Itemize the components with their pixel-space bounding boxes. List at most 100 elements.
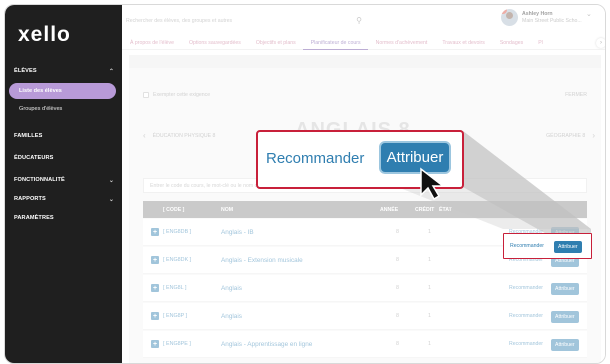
- course-code: [ ENG8P ]: [163, 313, 188, 319]
- nav-section-rapports[interactable]: RAPPORTS ⌄: [5, 190, 122, 208]
- exempt-checkbox[interactable]: Exempter cette exigence: [143, 92, 210, 98]
- nav-section-label: ÉLÈVES: [14, 68, 37, 74]
- recommend-button[interactable]: Recommander: [509, 313, 543, 319]
- tab-travaux-devoirs[interactable]: Travaux et devoirs: [434, 36, 491, 50]
- assign-button[interactable]: Attribuer: [551, 311, 579, 323]
- course-name[interactable]: Anglais - Extension musicale: [221, 257, 303, 264]
- course-year: 8: [396, 229, 399, 235]
- course-credit: 1: [428, 341, 431, 347]
- table-header: [ CODE ] NOM ANNÉE CRÉDIT ÉTAT: [143, 201, 587, 218]
- chevron-down-icon[interactable]: ⌄: [586, 10, 592, 18]
- sidebar-item-label: Liste des élèves: [19, 88, 62, 94]
- plus-icon[interactable]: +: [151, 256, 159, 264]
- course-code: [ ENG8DB ]: [163, 229, 192, 235]
- course-credit: 1: [428, 285, 431, 291]
- assign-button[interactable]: Attribuer: [551, 283, 579, 295]
- course-code: [ ENG8PE ]: [163, 341, 191, 347]
- nav-section-familles[interactable]: FAMILLES: [5, 127, 122, 145]
- close-button[interactable]: FERMER: [565, 92, 587, 98]
- user-menu[interactable]: 3 Ashley Horn Main Street Public Scho...: [501, 9, 582, 26]
- course-name[interactable]: Anglais - Apprentissage en ligne: [221, 341, 312, 348]
- chevron-down-icon: ⌄: [108, 177, 114, 184]
- assign-button[interactable]: Attribuer: [551, 227, 579, 239]
- nav-section-label: FONCTIONNALITÉ: [14, 177, 65, 183]
- tab-a-propos[interactable]: À propos de l'élève: [122, 36, 181, 50]
- checkbox[interactable]: [143, 92, 149, 98]
- course-year: 8: [396, 257, 399, 263]
- nav-section-fonctionnalite[interactable]: FONCTIONNALITÉ ⌄: [5, 171, 122, 189]
- assign-button[interactable]: Attribuer: [551, 339, 579, 351]
- search-input[interactable]: Rechercher des élèves, des groupes et au…: [126, 18, 232, 24]
- recommend-button[interactable]: Recommander: [509, 257, 543, 263]
- nav-section-label: ÉDUCATEURS: [14, 155, 54, 161]
- prev-course-link[interactable]: ‹ ÉDUCATION PHYSIQUE 8: [143, 131, 215, 140]
- recommend-button[interactable]: Recommander: [509, 285, 543, 291]
- chevron-left-icon: ‹: [143, 131, 146, 140]
- course-credit: 1: [428, 257, 431, 263]
- course-name[interactable]: Anglais - IB: [221, 229, 254, 236]
- nav-section-label: PARAMÈTRES: [14, 215, 54, 221]
- course-credit: 1: [428, 313, 431, 319]
- course-name[interactable]: Anglais: [221, 285, 242, 292]
- chevron-right-icon[interactable]: ›: [596, 38, 605, 48]
- user-name: Ashley Horn: [522, 10, 553, 17]
- plus-icon[interactable]: +: [151, 312, 159, 320]
- table-row: + [ ENG8PE ] Anglais - Apprentissage en …: [143, 331, 587, 358]
- column-header-code: [ CODE ]: [163, 206, 185, 213]
- course-year: 8: [396, 285, 399, 291]
- next-course-label: GÉOGRAPHIE 8: [546, 132, 586, 139]
- tab-planificateur-cours[interactable]: Planificateur de cours: [302, 36, 368, 50]
- course-year: 8: [396, 341, 399, 347]
- xello-logo[interactable]: xello: [18, 23, 71, 47]
- course-year: 8: [396, 313, 399, 319]
- course-credit: 1: [428, 229, 431, 235]
- course-code: [ ENG8L ]: [163, 285, 187, 291]
- recommend-button-zoomed[interactable]: Recommander: [266, 150, 364, 167]
- tab-overflow[interactable]: Pl: [530, 36, 550, 50]
- column-header-state: ÉTAT: [439, 206, 452, 213]
- assign-button[interactable]: Attribuer: [551, 255, 579, 267]
- next-course-link[interactable]: GÉOGRAPHIE 8 ›: [546, 131, 595, 140]
- nav-section-label: FAMILLES: [14, 133, 43, 139]
- prev-course-label: ÉDUCATION PHYSIQUE 8: [152, 132, 216, 139]
- sidebar-item-liste-eleves[interactable]: Liste des élèves: [9, 83, 116, 99]
- chevron-right-icon: ›: [592, 131, 595, 140]
- user-info: Ashley Horn Main Street Public Scho...: [522, 11, 582, 25]
- course-planner-content: Exempter cette exigence FERMER ‹ ÉDUCATI…: [129, 55, 601, 363]
- top-bar: Rechercher des élèves, des groupes et au…: [122, 5, 605, 50]
- nav-section-parametres[interactable]: PARAMÈTRES: [5, 209, 122, 227]
- avatar: 3: [501, 9, 518, 26]
- course-panel: Exempter cette exigence FERMER ‹ ÉDUCATI…: [129, 68, 601, 363]
- tab-options-sauvegardees[interactable]: Options sauvegardées: [181, 36, 248, 50]
- cursor-arrow-icon: [420, 167, 446, 201]
- search-bar[interactable]: Rechercher des élèves, des groupes et au…: [122, 8, 370, 34]
- table-row: + [ ENG8DK ] Anglais - Extension musical…: [143, 247, 587, 274]
- nav-section-eleves[interactable]: ÉLÈVES ⌃: [5, 62, 122, 80]
- plus-icon[interactable]: +: [151, 284, 159, 292]
- course-code: [ ENG8DK ]: [163, 257, 192, 263]
- app-window: xello ÉLÈVES ⌃ Liste des élèves Groupes …: [4, 4, 606, 364]
- recommend-button[interactable]: Recommander: [509, 341, 543, 347]
- chevron-down-icon: ⌄: [108, 196, 114, 203]
- user-school: Main Street Public Scho...: [522, 17, 582, 24]
- search-icon[interactable]: ⚲: [356, 16, 362, 25]
- plus-icon[interactable]: +: [151, 228, 159, 236]
- tab-normes-achevement[interactable]: Normes d'achèvement: [368, 36, 435, 50]
- sidebar-item-groupes-eleves[interactable]: Groupes d'élèves: [9, 101, 116, 117]
- table-row: + [ ENG8P ] Anglais 8 1 Recommander Attr…: [143, 303, 587, 330]
- tab-objectifs-plans[interactable]: Objectifs et plans: [248, 36, 303, 50]
- chevron-up-icon: ⌃: [108, 68, 114, 75]
- column-header-credit: CRÉDIT: [415, 206, 435, 213]
- notification-badge: 3: [501, 9, 507, 14]
- column-header-year: ANNÉE: [380, 206, 399, 213]
- nav-section-educateurs[interactable]: ÉDUCATEURS: [5, 149, 122, 167]
- tab-sondages[interactable]: Sondages: [492, 36, 530, 50]
- tab-bar: À propos de l'élève Options sauvegardées…: [122, 36, 605, 50]
- nav-section-label: RAPPORTS: [14, 196, 46, 202]
- course-name[interactable]: Anglais: [221, 313, 242, 320]
- plus-icon[interactable]: +: [151, 340, 159, 348]
- recommend-button[interactable]: Recommander: [509, 229, 543, 235]
- sidebar: xello ÉLÈVES ⌃ Liste des élèves Groupes …: [5, 5, 122, 363]
- table-row: + [ ENG8DB ] Anglais - IB 8 1 Recommande…: [143, 219, 587, 246]
- exempt-label: Exempter cette exigence: [153, 92, 211, 98]
